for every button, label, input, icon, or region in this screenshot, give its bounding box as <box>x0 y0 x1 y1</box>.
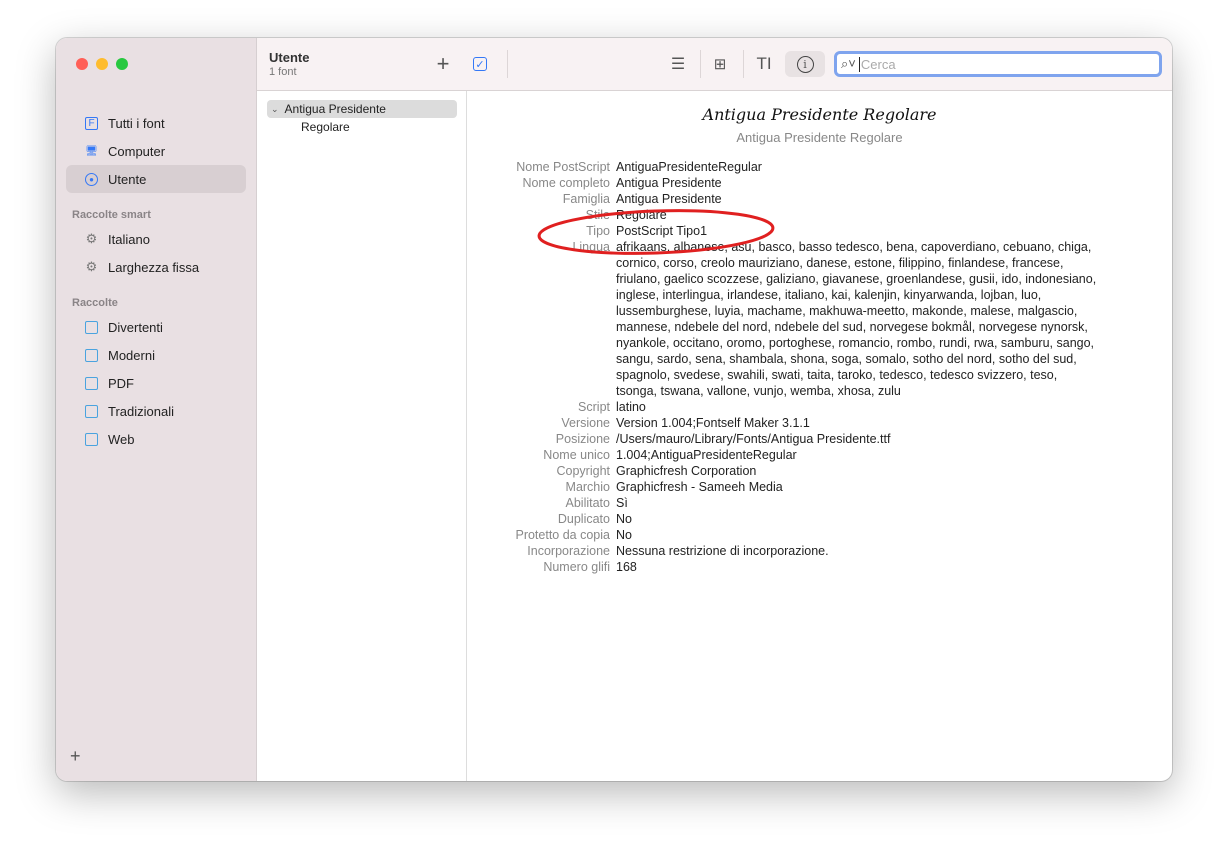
red-highlight-annotation <box>537 209 775 255</box>
